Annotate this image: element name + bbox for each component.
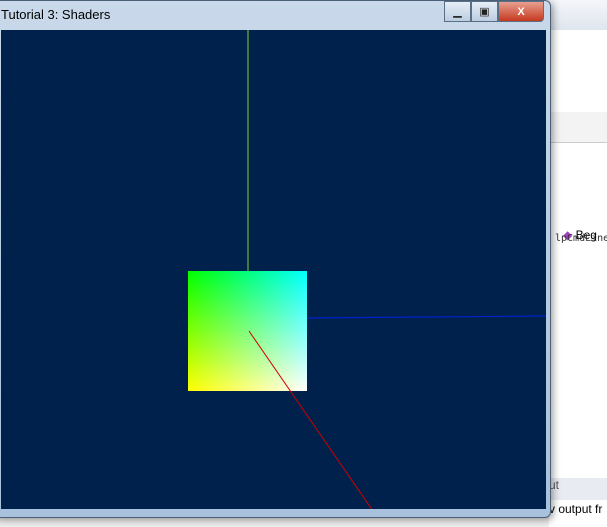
close-button[interactable]: X (498, 1, 544, 22)
maximize-button[interactable]: ▣ (471, 1, 498, 22)
x-axis-line (306, 315, 546, 319)
code-text: lpCmdLine (555, 233, 607, 244)
output-tab[interactable]: ut (549, 478, 607, 500)
output-text: v output fr (549, 502, 603, 516)
ide-navigation-bar: ◆ Beg (549, 112, 607, 242)
ide-toolbar (549, 0, 607, 30)
window-title: Tutorial 3: Shaders (1, 7, 111, 22)
gradient-quad-overlay (188, 271, 307, 391)
z-axis-line (248, 330, 373, 509)
scene-canvas (188, 30, 546, 509)
app-window: Tutorial 3: Shaders ▁ ▣ X (0, 0, 551, 518)
render-viewport[interactable] (1, 30, 546, 509)
minimize-button[interactable]: ▁ (444, 1, 471, 22)
ide-background: ◆ Beg lpCmdLine ut v output fr (549, 0, 607, 527)
